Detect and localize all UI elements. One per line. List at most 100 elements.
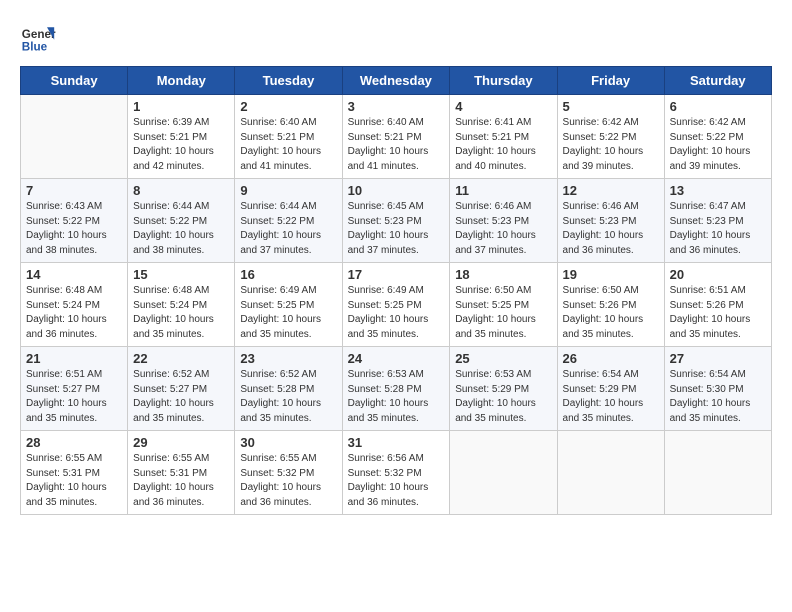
calendar-week-row: 28 Sunrise: 6:55 AMSunset: 5:31 PMDayligh… — [21, 431, 772, 515]
day-number: 6 — [670, 99, 766, 114]
day-number: 11 — [455, 183, 551, 198]
sunrise-text: Sunrise: 6:49 AM — [348, 284, 445, 299]
daylight-text-line2: and 39 minutes. — [670, 160, 766, 175]
sunrise-text: Sunrise: 6:47 AM — [670, 200, 766, 215]
daylight-text-line2: and 35 minutes. — [348, 328, 445, 343]
daylight-text-line2: and 40 minutes. — [455, 160, 551, 175]
calendar-day-31: 31Sunrise: 6:56 AMSunset: 5:32 PMDayligh… — [342, 431, 450, 515]
sunset-text: Sunset: 5:22 PM — [240, 215, 336, 230]
sunset-text: Sunset: 5:31 PM — [26, 467, 122, 482]
calendar-day-7: 7 Sunrise: 6:43 AMSunset: 5:22 PMDaylight… — [21, 179, 128, 263]
calendar-day-11: 11 Sunrise: 6:46 AMSunset: 5:23 PMDayligh… — [450, 179, 557, 263]
day-number: 3 — [348, 99, 445, 114]
day-number: 23 — [240, 351, 336, 366]
sunrise-text: Sunrise: 6:40 AM — [348, 116, 445, 131]
day-detail: Sunrise: 6:53 AMSunset: 5:29 PMDaylight:… — [455, 368, 551, 426]
calendar-day-5: 5Sunrise: 6:42 AMSunset: 5:22 PMDaylight… — [557, 95, 664, 179]
day-detail: Sunrise: 6:49 AMSunset: 5:25 PMDaylight:… — [240, 284, 336, 342]
calendar-header-saturday: Saturday — [664, 67, 771, 95]
day-number: 18 — [455, 267, 551, 282]
day-number: 5 — [563, 99, 659, 114]
calendar-day-10: 10Sunrise: 6:45 AMSunset: 5:23 PMDayligh… — [342, 179, 450, 263]
sunrise-text: Sunrise: 6:40 AM — [240, 116, 336, 131]
calendar-day-1: 1 Sunrise: 6:39 AMSunset: 5:21 PMDaylight… — [128, 95, 235, 179]
day-number: 2 — [240, 99, 336, 114]
day-number: 27 — [670, 351, 766, 366]
day-number: 13 — [670, 183, 766, 198]
day-detail: Sunrise: 6:39 AMSunset: 5:21 PMDaylight:… — [133, 116, 229, 174]
day-number: 29 — [133, 435, 229, 450]
daylight-text-line1: Daylight: 10 hours — [240, 229, 336, 244]
daylight-text-line1: Daylight: 10 hours — [670, 313, 766, 328]
daylight-text-line2: and 36 minutes. — [670, 244, 766, 259]
day-detail: Sunrise: 6:41 AMSunset: 5:21 PMDaylight:… — [455, 116, 551, 174]
sunset-text: Sunset: 5:29 PM — [455, 383, 551, 398]
day-number: 30 — [240, 435, 336, 450]
daylight-text-line2: and 35 minutes. — [133, 328, 229, 343]
daylight-text-line1: Daylight: 10 hours — [26, 229, 122, 244]
day-number: 28 — [26, 435, 122, 450]
calendar-day-empty — [664, 431, 771, 515]
day-detail: Sunrise: 6:50 AMSunset: 5:26 PMDaylight:… — [563, 284, 659, 342]
day-number: 7 — [26, 183, 122, 198]
daylight-text-line1: Daylight: 10 hours — [240, 481, 336, 496]
sunset-text: Sunset: 5:21 PM — [455, 131, 551, 146]
sunset-text: Sunset: 5:32 PM — [240, 467, 336, 482]
daylight-text-line1: Daylight: 10 hours — [563, 313, 659, 328]
day-number: 21 — [26, 351, 122, 366]
day-detail: Sunrise: 6:50 AMSunset: 5:25 PMDaylight:… — [455, 284, 551, 342]
day-detail: Sunrise: 6:55 AMSunset: 5:31 PMDaylight:… — [26, 452, 122, 510]
day-detail: Sunrise: 6:55 AMSunset: 5:31 PMDaylight:… — [133, 452, 229, 510]
day-detail: Sunrise: 6:45 AMSunset: 5:23 PMDaylight:… — [348, 200, 445, 258]
sunrise-text: Sunrise: 6:39 AM — [133, 116, 229, 131]
daylight-text-line2: and 35 minutes. — [348, 412, 445, 427]
sunset-text: Sunset: 5:26 PM — [563, 299, 659, 314]
day-detail: Sunrise: 6:48 AMSunset: 5:24 PMDaylight:… — [133, 284, 229, 342]
day-detail: Sunrise: 6:44 AMSunset: 5:22 PMDaylight:… — [133, 200, 229, 258]
daylight-text-line2: and 37 minutes. — [455, 244, 551, 259]
day-number: 17 — [348, 267, 445, 282]
daylight-text-line2: and 38 minutes. — [26, 244, 122, 259]
daylight-text-line1: Daylight: 10 hours — [133, 313, 229, 328]
daylight-text-line2: and 41 minutes. — [240, 160, 336, 175]
daylight-text-line1: Daylight: 10 hours — [133, 397, 229, 412]
calendar-day-15: 15 Sunrise: 6:48 AMSunset: 5:24 PMDayligh… — [128, 263, 235, 347]
sunset-text: Sunset: 5:21 PM — [348, 131, 445, 146]
sunset-text: Sunset: 5:28 PM — [348, 383, 445, 398]
calendar-day-26: 26Sunrise: 6:54 AMSunset: 5:29 PMDayligh… — [557, 347, 664, 431]
day-number: 24 — [348, 351, 445, 366]
day-detail: Sunrise: 6:40 AMSunset: 5:21 PMDaylight:… — [240, 116, 336, 174]
daylight-text-line1: Daylight: 10 hours — [133, 481, 229, 496]
calendar-day-25: 25Sunrise: 6:53 AMSunset: 5:29 PMDayligh… — [450, 347, 557, 431]
calendar-header-sunday: Sunday — [21, 67, 128, 95]
calendar-week-row: 7Sunrise: 6:43 AMSunset: 5:22 PMDaylight… — [21, 179, 772, 263]
daylight-text-line1: Daylight: 10 hours — [133, 229, 229, 244]
sunrise-text: Sunrise: 6:51 AM — [670, 284, 766, 299]
calendar-week-row: 21Sunrise: 6:51 AMSunset: 5:27 PMDayligh… — [21, 347, 772, 431]
calendar-day-29: 29 Sunrise: 6:55 AMSunset: 5:31 PMDayligh… — [128, 431, 235, 515]
day-number: 1 — [133, 99, 229, 114]
day-number: 15 — [133, 267, 229, 282]
sunset-text: Sunset: 5:22 PM — [26, 215, 122, 230]
daylight-text-line1: Daylight: 10 hours — [26, 313, 122, 328]
daylight-text-line2: and 35 minutes. — [26, 496, 122, 511]
daylight-text-line1: Daylight: 10 hours — [670, 397, 766, 412]
daylight-text-line2: and 35 minutes. — [670, 328, 766, 343]
sunset-text: Sunset: 5:26 PM — [670, 299, 766, 314]
sunset-text: Sunset: 5:24 PM — [26, 299, 122, 314]
day-detail: Sunrise: 6:46 AMSunset: 5:23 PMDaylight:… — [455, 200, 551, 258]
sunrise-text: Sunrise: 6:53 AM — [455, 368, 551, 383]
sunrise-text: Sunrise: 6:51 AM — [26, 368, 122, 383]
calendar-day-22: 22Sunrise: 6:52 AMSunset: 5:27 PMDayligh… — [128, 347, 235, 431]
calendar-day-28: 28 Sunrise: 6:55 AMSunset: 5:31 PMDayligh… — [21, 431, 128, 515]
sunset-text: Sunset: 5:31 PM — [133, 467, 229, 482]
sunset-text: Sunset: 5:25 PM — [240, 299, 336, 314]
day-detail: Sunrise: 6:51 AMSunset: 5:26 PMDaylight:… — [670, 284, 766, 342]
sunrise-text: Sunrise: 6:54 AM — [563, 368, 659, 383]
calendar-day-14: 14Sunrise: 6:48 AMSunset: 5:24 PMDayligh… — [21, 263, 128, 347]
daylight-text-line2: and 37 minutes. — [240, 244, 336, 259]
daylight-text-line2: and 35 minutes. — [563, 328, 659, 343]
sunrise-text: Sunrise: 6:43 AM — [26, 200, 122, 215]
daylight-text-line1: Daylight: 10 hours — [455, 229, 551, 244]
day-number: 26 — [563, 351, 659, 366]
